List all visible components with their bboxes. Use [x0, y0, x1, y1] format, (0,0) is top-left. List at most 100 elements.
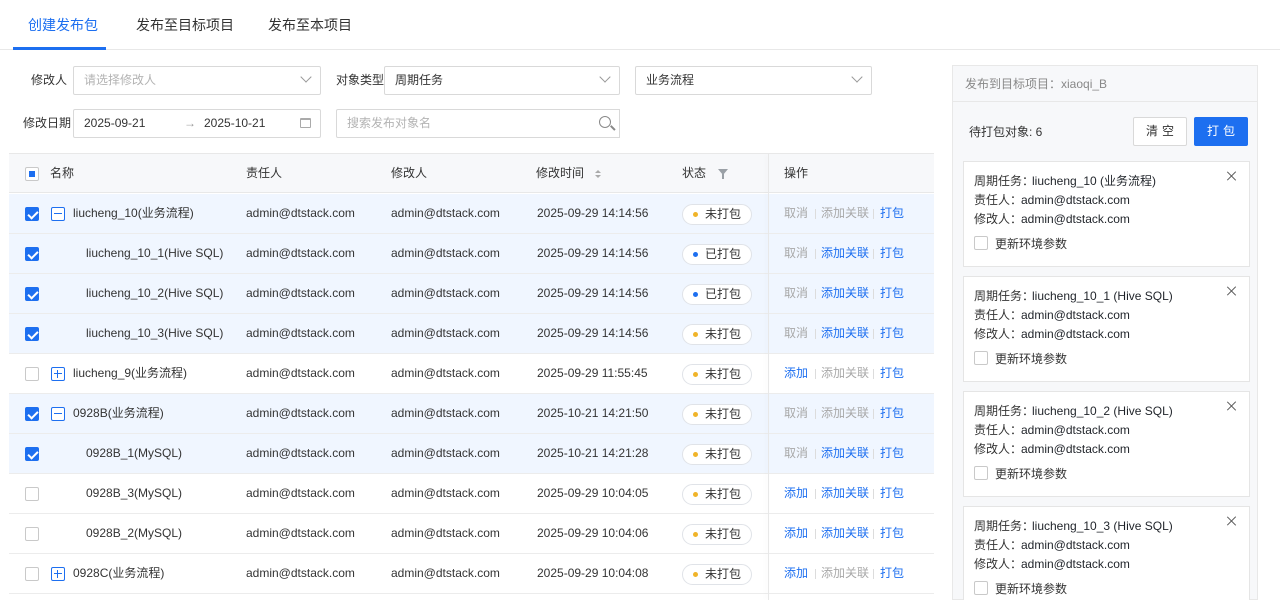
- row-checkbox[interactable]: [25, 447, 39, 461]
- table-row: liucheng_10_1(Hive SQL) admin@dtstack.co…: [9, 234, 934, 274]
- add-relation-button[interactable]: 添加关联: [821, 514, 869, 553]
- header-owner: 责任人: [246, 166, 283, 180]
- expand-icon[interactable]: [51, 367, 65, 381]
- cancel-button[interactable]: 取消: [784, 194, 808, 233]
- add-button[interactable]: 添加: [784, 554, 808, 593]
- expand-icon[interactable]: [51, 567, 65, 581]
- update-env-checkbox[interactable]: [974, 581, 988, 595]
- row-checkbox[interactable]: [25, 287, 39, 301]
- object-type-select[interactable]: 周期任务: [384, 66, 620, 95]
- card-task: liucheng_10_1 (Hive SQL): [1032, 289, 1173, 303]
- modifier-placeholder: 请选择修改人: [84, 73, 157, 87]
- search-input[interactable]: 搜索发布对象名: [336, 109, 593, 138]
- pack-button[interactable]: 打包: [880, 314, 904, 353]
- tab-publish-to-current[interactable]: 发布至本项目: [268, 0, 352, 50]
- add-relation-button[interactable]: 添加关联: [821, 354, 869, 393]
- update-env-checkbox[interactable]: [974, 351, 988, 365]
- add-relation-button[interactable]: 添加关联: [821, 314, 869, 353]
- tab-publish-to-target[interactable]: 发布至目标项目: [136, 0, 234, 50]
- close-icon[interactable]: [1227, 286, 1237, 296]
- search-button[interactable]: [592, 109, 620, 138]
- row-modifier: admin@dtstack.com: [391, 526, 500, 540]
- row-modifier: admin@dtstack.com: [391, 246, 500, 260]
- add-relation-button[interactable]: 添加关联: [821, 474, 869, 513]
- update-env-checkbox[interactable]: [974, 466, 988, 480]
- row-modifier: admin@dtstack.com: [391, 486, 500, 500]
- pack-button[interactable]: 打包: [880, 274, 904, 313]
- date-start[interactable]: 2025-09-21: [84, 116, 145, 130]
- pack-all-button[interactable]: 打包: [1194, 117, 1248, 146]
- pack-button[interactable]: 打包: [880, 394, 904, 433]
- pending-count: 待打包对象: 6: [969, 125, 1043, 139]
- modifier-label: 修改人: [31, 73, 68, 87]
- cancel-button[interactable]: 取消: [784, 314, 808, 353]
- close-icon[interactable]: [1227, 171, 1237, 181]
- cancel-button[interactable]: 取消: [784, 274, 808, 313]
- cancel-button[interactable]: 取消: [784, 394, 808, 433]
- row-checkbox[interactable]: [25, 567, 39, 581]
- close-icon[interactable]: [1227, 401, 1237, 411]
- table-row: 0928B_2(MySQL) admin@dtstack.com admin@d…: [9, 514, 934, 554]
- date-end[interactable]: 2025-10-21: [204, 110, 265, 137]
- row-checkbox[interactable]: [25, 247, 39, 261]
- add-relation-button[interactable]: 添加关联: [821, 434, 869, 473]
- search-placeholder: 搜索发布对象名: [347, 116, 432, 130]
- sort-icon[interactable]: [595, 170, 601, 178]
- header-status: 状态: [682, 166, 707, 180]
- pack-button[interactable]: 打包: [880, 234, 904, 273]
- add-button[interactable]: 添加: [784, 354, 808, 393]
- row-name: 0928B(业务流程): [73, 406, 164, 420]
- add-button[interactable]: 添加: [784, 474, 808, 513]
- pack-button[interactable]: 打包: [880, 474, 904, 513]
- row-time: 2025-09-29 14:14:56: [537, 326, 649, 340]
- filter-icon[interactable]: [718, 169, 728, 179]
- card-task: liucheng_10_3 (Hive SQL): [1032, 519, 1173, 533]
- row-checkbox[interactable]: [25, 527, 39, 541]
- row-name: liucheng_10(业务流程): [73, 206, 194, 220]
- row-checkbox[interactable]: [25, 487, 39, 501]
- tab-create-package[interactable]: 创建发布包: [28, 0, 98, 50]
- row-name: 0928B_3(MySQL): [86, 486, 183, 500]
- add-relation-button[interactable]: 添加关联: [821, 234, 869, 273]
- card-task: liucheng_10 (业务流程): [1032, 174, 1157, 188]
- add-relation-button[interactable]: 添加关联: [821, 554, 869, 593]
- row-owner: admin@dtstack.com: [246, 406, 355, 420]
- row-checkbox[interactable]: [25, 367, 39, 381]
- status-badge: 未打包: [682, 364, 753, 385]
- row-checkbox[interactable]: [25, 407, 39, 421]
- pack-button[interactable]: 打包: [880, 194, 904, 233]
- row-modifier: admin@dtstack.com: [391, 366, 500, 380]
- clear-button[interactable]: 清空: [1133, 117, 1187, 146]
- pack-button[interactable]: 打包: [880, 354, 904, 393]
- cancel-button[interactable]: 取消: [784, 434, 808, 473]
- cancel-button[interactable]: 取消: [784, 234, 808, 273]
- date-range-picker[interactable]: 2025-09-21 → 2025-10-21: [73, 109, 321, 138]
- pack-button[interactable]: 打包: [880, 434, 904, 473]
- status-badge: 未打包: [682, 444, 753, 465]
- add-relation-button[interactable]: 添加关联: [821, 274, 869, 313]
- pack-button[interactable]: 打包: [880, 554, 904, 593]
- row-checkbox[interactable]: [25, 207, 39, 221]
- package-item-card: 周期任务：liucheng_10_2 (Hive SQL) 责任人：admin@…: [963, 391, 1250, 497]
- modifier-select[interactable]: 请选择修改人: [73, 66, 321, 95]
- collapse-icon[interactable]: [51, 207, 65, 221]
- row-owner: admin@dtstack.com: [246, 526, 355, 540]
- pack-button[interactable]: 打包: [880, 514, 904, 553]
- row-owner: admin@dtstack.com: [246, 246, 355, 260]
- add-button[interactable]: 添加: [784, 514, 808, 553]
- add-relation-button[interactable]: 添加关联: [821, 194, 869, 233]
- object-subtype-select[interactable]: 业务流程: [635, 66, 872, 95]
- row-name: liucheng_10_1(Hive SQL): [86, 246, 224, 260]
- update-env-checkbox[interactable]: [974, 236, 988, 250]
- close-icon[interactable]: [1227, 516, 1237, 526]
- collapse-icon[interactable]: [51, 407, 65, 421]
- card-modifier: admin@dtstack.com: [1021, 327, 1130, 341]
- card-modifier: admin@dtstack.com: [1021, 442, 1130, 456]
- header-modified-time[interactable]: 修改时间: [536, 154, 584, 192]
- row-time: 2025-09-29 14:14:56: [537, 206, 649, 220]
- table-row: liucheng_9(业务流程) admin@dtstack.com admin…: [9, 354, 934, 394]
- add-relation-button[interactable]: 添加关联: [821, 394, 869, 433]
- select-all-checkbox[interactable]: [25, 167, 39, 181]
- update-env-label: 更新环境参数: [995, 582, 1068, 596]
- row-checkbox[interactable]: [25, 327, 39, 341]
